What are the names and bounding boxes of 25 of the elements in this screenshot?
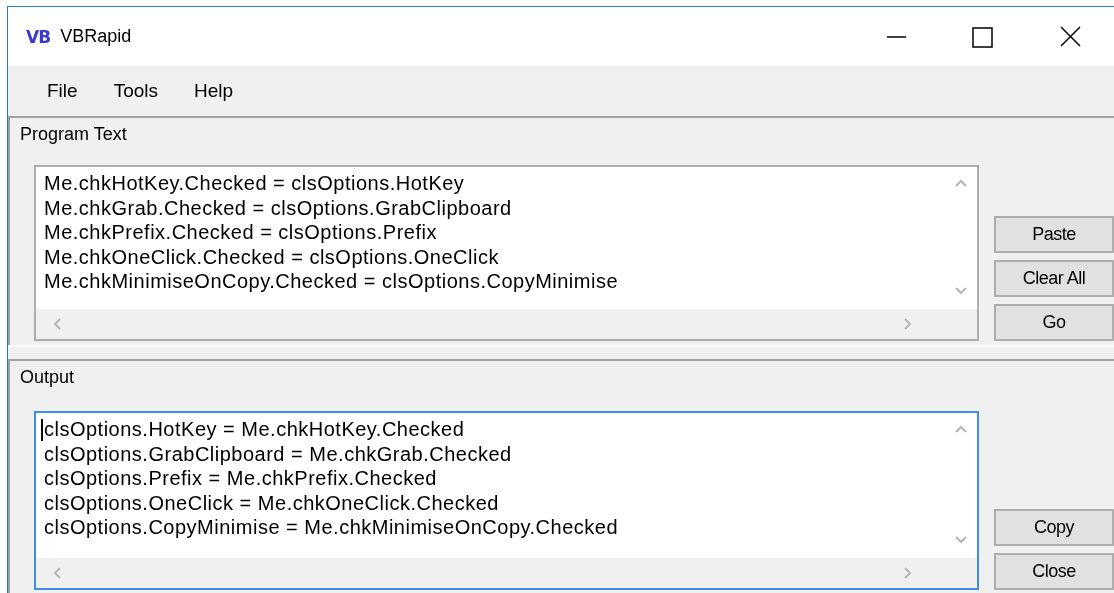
text-area[interactable] [34,411,979,590]
action-button[interactable]: Close [994,553,1114,590]
action-button[interactable]: Paste [994,216,1114,253]
text-cursor [41,419,43,442]
code-line: clsOptions.OneClick = Me.chkOneClick.Checked [44,490,499,516]
action-button[interactable]: Clear All [994,260,1114,297]
app-logo: VB [26,26,51,47]
code-line: Me.chkMinimiseOnCopy.Checked = clsOptions.CopyMinimise [44,269,619,294]
code-line: Me.chkGrab.Checked = clsOptions.GrabClipboard [44,195,512,221]
action-button[interactable]: Copy [994,509,1114,546]
code-line: clsOptions.HotKey = Me.chkHotKey.Checked [44,417,465,442]
code-line: Me.chkHotKey.Checked = clsOptions.HotKey [44,171,465,196]
window-title: VBRapid [60,26,133,47]
panel-title: Program Text [20,123,127,146]
code-line: clsOptions.GrabClipboard = Me.chkGrab.Checked [44,441,512,467]
menu-item[interactable]: Help [185,76,243,106]
menu-item[interactable]: File [38,76,87,106]
code-line: clsOptions.CopyMinimise = Me.chkMinimiseOnCopy.Checked [44,515,619,540]
code-line: Me.chkOneClick.Checked = clsOptions.OneClick [44,244,499,270]
action-button[interactable]: Go [994,304,1114,341]
panel-title: Output [20,366,75,389]
menu-item[interactable]: Tools [104,76,167,106]
text-area[interactable] [34,165,979,341]
code-line: clsOptions.Prefix = Me.chkPrefix.Checked [44,466,437,491]
code-line: Me.chkPrefix.Checked = clsOptions.Prefix [44,220,437,245]
